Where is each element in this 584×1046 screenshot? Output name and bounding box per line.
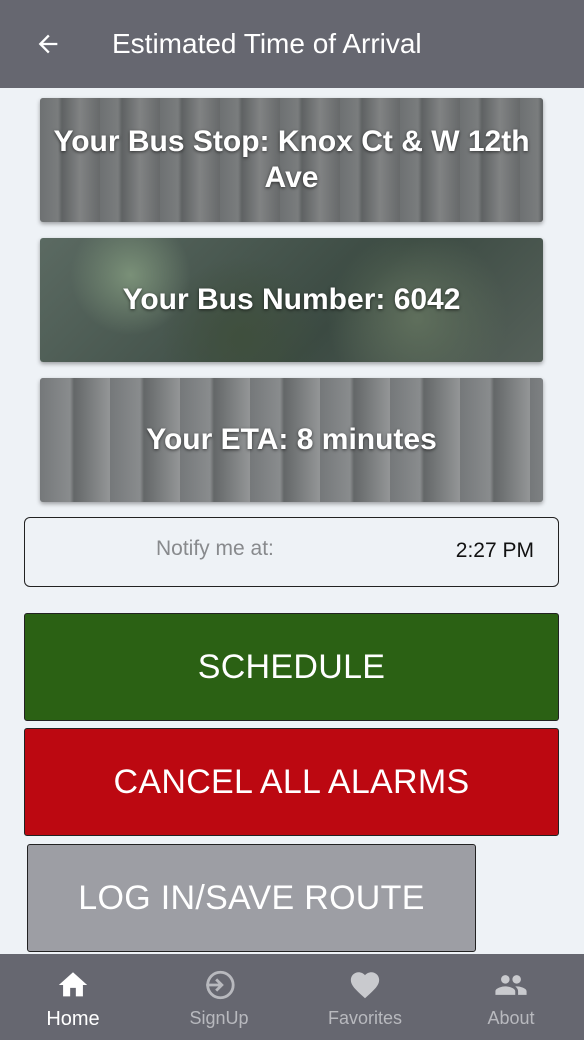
nav-item-signup[interactable]: SignUp xyxy=(146,954,292,1040)
nav-label-about: About xyxy=(487,1008,535,1028)
eta-card: Your ETA: 8 minutes xyxy=(40,378,543,502)
login-save-route-button[interactable]: LOG IN/SAVE ROUTE xyxy=(27,844,476,952)
home-icon xyxy=(56,968,90,1002)
schedule-button[interactable]: SCHEDULE xyxy=(24,613,559,721)
heart-icon xyxy=(348,968,382,1002)
app-bar: Estimated Time of Arrival xyxy=(0,0,584,88)
bus-number-text: Your Bus Number: 6042 xyxy=(122,283,461,316)
nav-label-favorites: Favorites xyxy=(327,1008,403,1028)
bottom-navigation: Home SignUp Favorites About xyxy=(0,954,584,1040)
sign-in-icon xyxy=(202,968,236,1002)
bus-number-card: Your Bus Number: 6042 xyxy=(40,238,543,362)
main-content: Your Bus Stop: Knox Ct & W 12th Ave Your… xyxy=(0,88,584,954)
people-icon xyxy=(494,968,528,1002)
bottom-strip xyxy=(0,1040,584,1046)
bus-stop-card: Your Bus Stop: Knox Ct & W 12th Ave xyxy=(40,98,543,222)
nav-label-signup: SignUp xyxy=(189,1008,249,1028)
notify-time-value[interactable]: 2:27 PM xyxy=(456,539,534,563)
eta-text: Your ETA: 8 minutes xyxy=(146,423,437,456)
nav-label-home: Home xyxy=(46,1008,100,1030)
nav-item-home[interactable]: Home xyxy=(0,954,146,1040)
bus-stop-text: Your Bus Stop: Knox Ct & W 12th Ave xyxy=(53,125,530,194)
back-button[interactable] xyxy=(30,26,66,62)
nav-item-about[interactable]: About xyxy=(438,954,584,1040)
page-title: Estimated Time of Arrival xyxy=(112,28,422,59)
notify-label: Notify me at: xyxy=(156,537,274,560)
notify-time-picker[interactable]: Notify me at: 2:27 PM xyxy=(24,517,559,587)
arrow-left-icon xyxy=(38,34,58,54)
nav-item-favorites[interactable]: Favorites xyxy=(292,954,438,1040)
cancel-all-alarms-button[interactable]: CANCEL ALL ALARMS xyxy=(24,728,559,836)
